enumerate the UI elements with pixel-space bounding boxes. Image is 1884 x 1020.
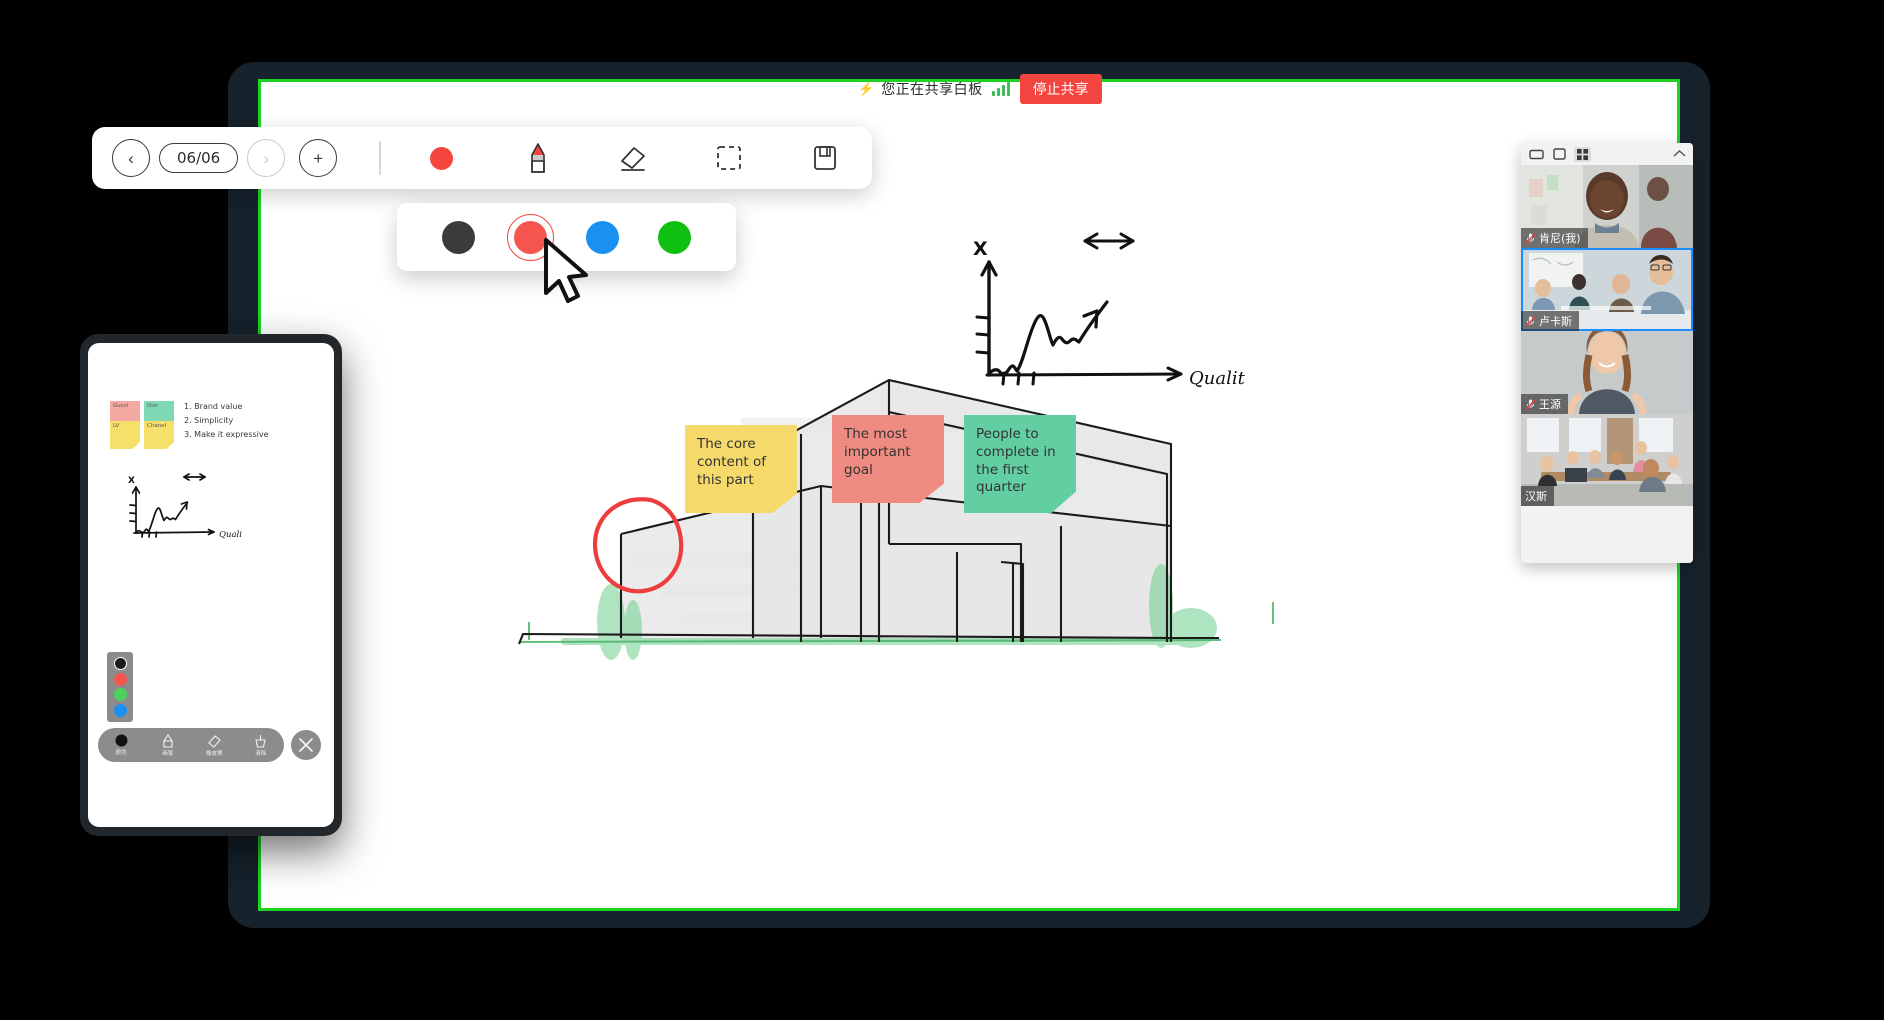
share-status-text: 您正在共享白板 — [881, 82, 983, 98]
save-icon — [814, 146, 836, 170]
mobile-color-bar — [107, 652, 133, 722]
mobile-chart-y-label: X — [128, 476, 135, 486]
eraser-tool-button[interactable] — [606, 136, 660, 180]
sticky-note-yellow[interactable]: The core content of this part — [685, 425, 797, 513]
participant-tile-1[interactable]: 肯尼(我) — [1521, 165, 1693, 248]
mobile-sticky-chanel[interactable]: Chanel — [144, 421, 174, 449]
mic-off-icon — [1525, 232, 1536, 244]
bolt-icon: ⚡ — [858, 81, 875, 96]
sticky-note-red[interactable]: The most important goal — [832, 415, 944, 503]
mobile-color-red[interactable] — [113, 672, 127, 686]
participant-name-2: 卢卡斯 — [1521, 311, 1579, 331]
participant-name-4: 汉斯 — [1521, 486, 1554, 506]
mobile-preview-device: Gucci Dior LV Chanel 1. Brand value 2. S… — [80, 334, 342, 836]
pen-icon — [162, 733, 173, 748]
layout-speaker-icon[interactable] — [1528, 147, 1545, 162]
mobile-color-tool[interactable]: 颜色 — [98, 734, 145, 756]
next-page-button[interactable]: › — [247, 139, 286, 177]
participant-tile-4[interactable]: 汉斯 — [1521, 414, 1693, 506]
sticky-note-yellow-text: The core content of this part — [697, 436, 766, 488]
color-palette-popover — [397, 203, 736, 271]
mobile-brush-tool[interactable]: 画笔 — [145, 733, 192, 757]
color-swatch-green[interactable] — [657, 220, 691, 254]
mobile-whiteboard-screen[interactable]: Gucci Dior LV Chanel 1. Brand value 2. S… — [88, 343, 334, 827]
participants-panel-header — [1521, 143, 1693, 165]
mobile-sketch-chart: X Quali — [128, 473, 242, 540]
mobile-close-button[interactable] — [291, 730, 321, 760]
screenshot-root: X Qualit The core content of this part T… — [0, 0, 1884, 1020]
mic-off-icon — [1525, 315, 1536, 327]
monitor-frame: X Qualit The core content of this part T… — [228, 62, 1710, 928]
color-dot-icon — [430, 146, 454, 170]
layout-grid-icon[interactable] — [1574, 146, 1591, 162]
participant-name-1: 肯尼(我) — [1521, 228, 1588, 248]
chevron-up-icon[interactable] — [1673, 145, 1686, 163]
broom-icon — [255, 734, 266, 748]
mic-off-icon — [1525, 398, 1536, 410]
color-swatch-red[interactable] — [507, 213, 555, 261]
stop-share-button[interactable]: 停止共享 — [1019, 74, 1102, 104]
mobile-sticky-lv[interactable]: LV — [110, 421, 140, 449]
pencil-icon — [530, 143, 545, 173]
mobile-chart-x-label: Quali — [219, 530, 242, 540]
mobile-toolbar: 颜色 画笔 橡皮擦 清除 — [98, 728, 284, 762]
share-status-banner: ⚡ 您正在共享白板 停止共享 — [858, 74, 1102, 104]
sketch-chart-y-label: X — [973, 238, 988, 260]
toolbar-divider — [379, 141, 381, 175]
mobile-color-blue[interactable] — [113, 703, 127, 717]
mobile-color-black[interactable] — [113, 657, 127, 671]
color-picker-button[interactable] — [415, 136, 469, 180]
eraser-icon — [621, 147, 646, 171]
mobile-list-item-2: 2. Simplicity — [184, 416, 234, 425]
save-tool-button[interactable] — [798, 136, 852, 180]
sticky-note-green[interactable]: People to complete in the first quarter — [964, 415, 1076, 513]
prev-page-button[interactable]: ‹ — [112, 139, 150, 177]
mobile-clear-tool[interactable]: 清除 — [238, 734, 285, 757]
pencil-tool-button[interactable] — [511, 136, 565, 180]
color-swatch-blue[interactable] — [585, 220, 619, 254]
participants-panel: 肯尼(我) 卢卡斯 王源 汉斯 — [1521, 143, 1693, 563]
whiteboard-toolbar: ‹ 06/06 › + — [92, 127, 872, 189]
eraser-icon — [208, 734, 222, 748]
mobile-list-item-1: 1. Brand value — [184, 402, 243, 411]
color-swatch-black[interactable] — [442, 220, 476, 254]
close-icon — [299, 738, 313, 752]
participant-name-3: 王源 — [1521, 394, 1568, 414]
sketch-chart-x-label: Qualit — [1189, 368, 1246, 389]
mobile-eraser-tool[interactable]: 橡皮擦 — [191, 734, 238, 757]
sticky-note-green-text: People to complete in the first quarter — [976, 426, 1056, 496]
add-page-button[interactable]: + — [299, 139, 338, 177]
participant-tile-2[interactable]: 卢卡斯 — [1521, 248, 1693, 331]
filled-circle-icon — [115, 734, 128, 747]
select-box-tool-button[interactable] — [702, 136, 756, 180]
page-indicator[interactable]: 06/06 — [159, 143, 239, 173]
signal-bars-icon — [991, 82, 1010, 96]
mobile-list-item-3: 3. Make it expressive — [184, 430, 269, 439]
layout-single-icon[interactable] — [1551, 147, 1568, 162]
sticky-note-red-text: The most important goal — [844, 426, 911, 478]
participant-tile-3[interactable]: 王源 — [1521, 331, 1693, 414]
select-box-icon — [717, 146, 742, 170]
mobile-color-green[interactable] — [113, 688, 127, 702]
